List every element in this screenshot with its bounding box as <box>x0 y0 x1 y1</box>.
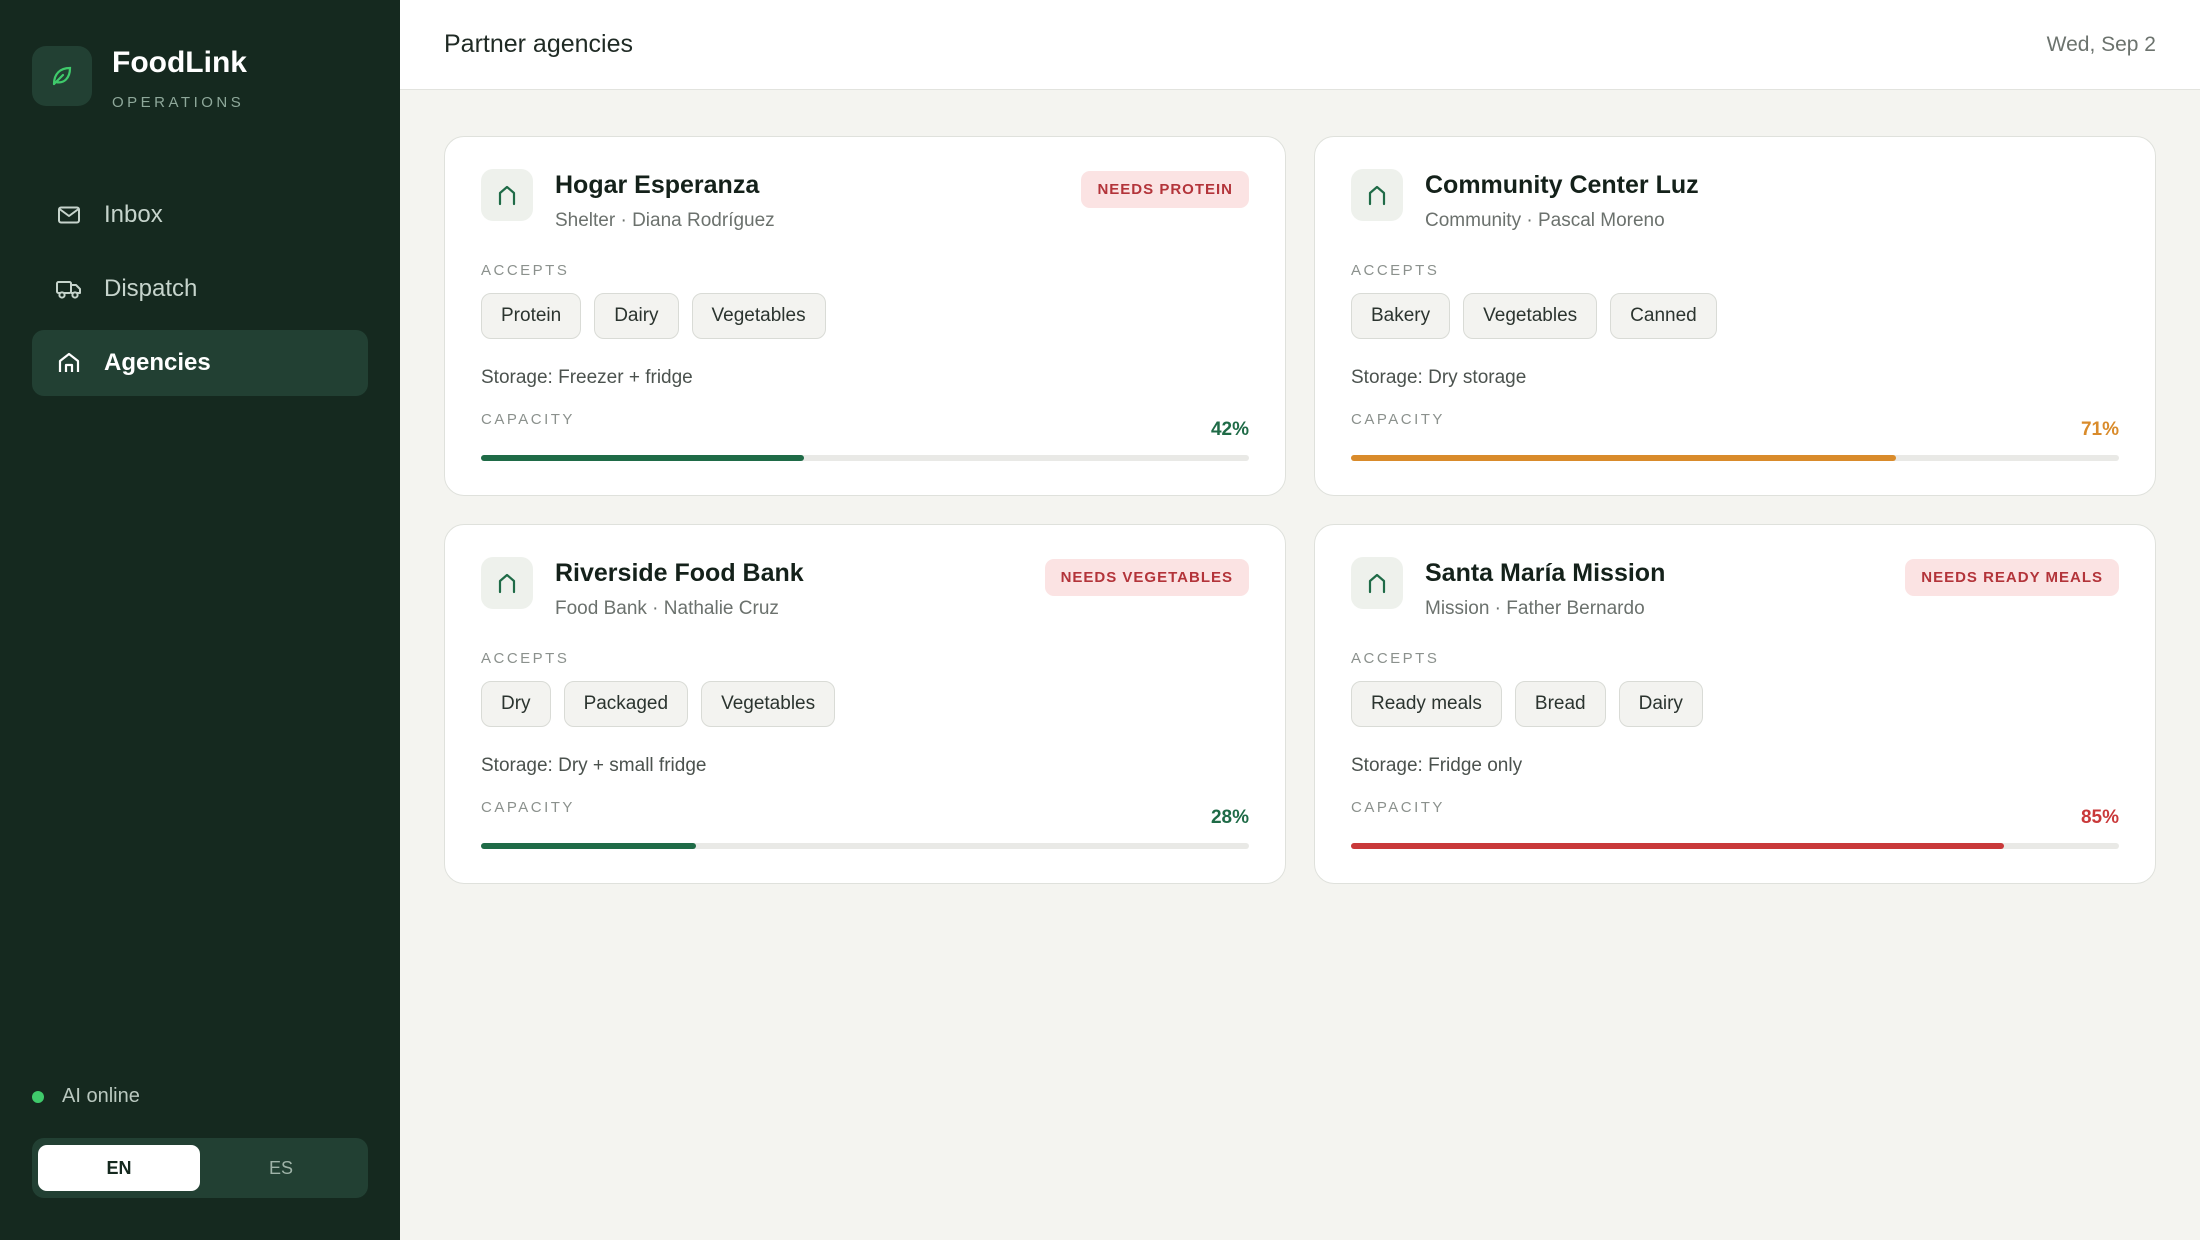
home-icon <box>1351 169 1403 221</box>
brand: FoodLink OPERATIONS <box>32 46 247 111</box>
agency-card[interactable]: Hogar Esperanza Shelter · Diana Rodrígue… <box>444 136 1286 496</box>
agency-grid: Hogar Esperanza Shelter · Diana Rodrígue… <box>444 136 2156 884</box>
home-icon <box>481 169 533 221</box>
capacity-value: 71% <box>2080 419 2119 440</box>
app-root: FoodLink OPERATIONS Inbox Dispatch Agenc… <box>0 0 2200 1240</box>
home-icon <box>481 557 533 609</box>
capacity-label: CAPACITY <box>481 411 575 428</box>
sidebar: FoodLink OPERATIONS Inbox Dispatch Agenc… <box>0 0 400 1240</box>
language-toggle: EN ES <box>32 1138 368 1198</box>
language-es-button[interactable]: ES <box>200 1145 362 1191</box>
agency-meta: Food Bank · Nathalie Cruz <box>555 598 779 619</box>
agency-meta: Mission · Father Bernardo <box>1425 598 1645 619</box>
sidebar-item-label: Dispatch <box>104 275 198 302</box>
accept-tag: Dry <box>481 681 551 727</box>
accepts-tags: Protein Dairy Vegetables <box>481 293 1249 339</box>
needs-badge: NEEDS PROTEIN <box>1081 171 1249 208</box>
agency-card[interactable]: Riverside Food Bank Food Bank · Nathalie… <box>444 524 1286 884</box>
accept-tag: Bread <box>1514 681 1606 727</box>
storage-info: Storage: Dry storage <box>1351 367 1527 388</box>
sidebar-item-label: Agencies <box>104 349 211 376</box>
needs-badge: NEEDS VEGETABLES <box>1044 559 1249 596</box>
accept-tag: Bakery <box>1351 293 1451 339</box>
top-bar: Partner agencies Wed, Sep 2 <box>400 0 2200 90</box>
accept-tag: Ready meals <box>1351 681 1502 727</box>
capacity-bar <box>1351 843 2119 849</box>
capacity-value: 42% <box>1210 419 1249 440</box>
main-content: Partner agencies Wed, Sep 2 Hogar Espera… <box>400 0 2200 1240</box>
accept-tag: Canned <box>1610 293 1717 339</box>
capacity-label: CAPACITY <box>1351 799 1445 816</box>
current-date: Wed, Sep 2 <box>2046 32 2156 56</box>
sidebar-item-agencies[interactable]: Agencies <box>32 330 368 396</box>
home-icon <box>1351 557 1403 609</box>
capacity-bar-fill <box>481 455 804 461</box>
accept-tag: Dairy <box>1618 681 1703 727</box>
accept-tag: Packaged <box>563 681 689 727</box>
accept-tag: Vegetables <box>691 293 826 339</box>
mail-icon <box>54 200 84 230</box>
accept-tag: Vegetables <box>701 681 836 727</box>
capacity-value: 28% <box>1210 807 1249 828</box>
home-icon <box>54 348 84 378</box>
accepts-label: ACCEPTS <box>481 650 570 667</box>
agency-name: Community Center Luz <box>1425 171 1699 199</box>
agency-card[interactable]: Community Center Luz Community · Pascal … <box>1314 136 2156 496</box>
agency-meta: Community · Pascal Moreno <box>1425 210 1665 231</box>
capacity-bar <box>481 843 1249 849</box>
storage-info: Storage: Dry + small fridge <box>481 755 707 776</box>
capacity-bar-fill <box>1351 843 2004 849</box>
brand-subtitle: OPERATIONS <box>112 94 245 111</box>
capacity-bar-fill <box>481 843 697 849</box>
needs-badge: NEEDS READY MEALS <box>1905 559 2119 596</box>
accepts-label: ACCEPTS <box>1351 262 1440 279</box>
sidebar-item-inbox[interactable]: Inbox <box>32 182 368 248</box>
accept-tag: Dairy <box>594 293 679 339</box>
truck-icon <box>54 274 84 304</box>
capacity-bar <box>1351 455 2119 461</box>
language-en-button[interactable]: EN <box>38 1145 200 1191</box>
sidebar-nav: Inbox Dispatch Agencies <box>32 182 368 404</box>
capacity-label: CAPACITY <box>1351 411 1445 428</box>
status-dot <box>32 1090 44 1103</box>
capacity-bar <box>481 455 1249 461</box>
accepts-tags: Bakery Vegetables Canned <box>1351 293 2119 339</box>
capacity-bar-fill <box>1351 455 1897 461</box>
sidebar-item-dispatch[interactable]: Dispatch <box>32 256 368 322</box>
brand-name: FoodLink <box>112 46 247 79</box>
capacity-value: 85% <box>2080 807 2119 828</box>
status-label: AI online <box>62 1085 140 1107</box>
storage-info: Storage: Fridge only <box>1351 755 1523 776</box>
agency-meta: Shelter · Diana Rodríguez <box>555 210 775 231</box>
agency-name: Hogar Esperanza <box>555 171 760 199</box>
agency-name: Santa María Mission <box>1425 559 1666 587</box>
accepts-tags: Dry Packaged Vegetables <box>481 681 1249 727</box>
leaf-icon <box>32 46 92 106</box>
storage-info: Storage: Freezer + fridge <box>481 367 693 388</box>
accepts-tags: Ready meals Bread Dairy <box>1351 681 2119 727</box>
accepts-label: ACCEPTS <box>1351 650 1440 667</box>
accepts-label: ACCEPTS <box>481 262 570 279</box>
sidebar-item-label: Inbox <box>104 201 163 228</box>
page-title: Partner agencies <box>444 30 634 58</box>
agency-card[interactable]: Santa María Mission Mission · Father Ber… <box>1314 524 2156 884</box>
ai-status: AI online <box>32 1085 140 1108</box>
accept-tag: Vegetables <box>1463 293 1598 339</box>
capacity-label: CAPACITY <box>481 799 575 816</box>
accept-tag: Protein <box>481 293 582 339</box>
agency-name: Riverside Food Bank <box>555 559 804 587</box>
